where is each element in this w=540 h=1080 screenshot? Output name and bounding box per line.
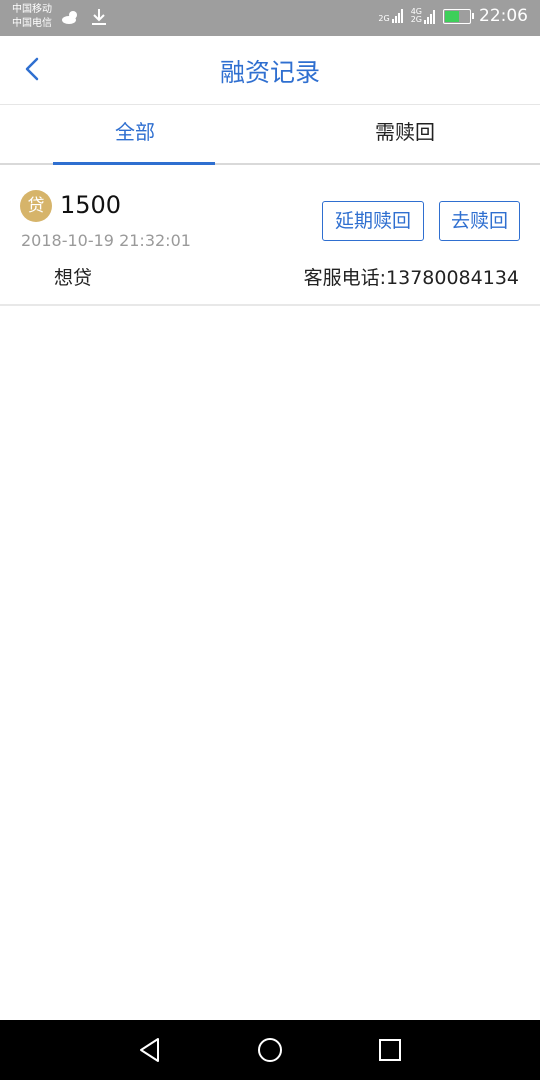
service-phone: 客服电话:13780084134 <box>303 267 519 289</box>
tab-need-redeem[interactable]: 需赎回 <box>270 105 540 163</box>
network-type-3: 2G <box>410 15 422 24</box>
signal-bars-icon <box>424 10 435 24</box>
header: 融资记录 <box>0 36 540 105</box>
battery-icon <box>443 8 474 24</box>
product-name: 想贷 <box>54 267 93 289</box>
tab-all[interactable]: 全部 <box>0 105 270 165</box>
delay-redeem-button[interactable]: 延期赎回 <box>322 201 424 241</box>
loan-icon: 贷 <box>20 190 52 222</box>
redeem-button[interactable]: 去赎回 <box>439 201 520 241</box>
weather-icon <box>62 11 77 24</box>
network-type-1: 2G <box>378 14 390 23</box>
signal-sim1: 2G <box>378 9 403 23</box>
carrier-2: 中国电信 <box>12 18 52 29</box>
loan-amount: 1500 <box>60 191 122 219</box>
carrier-labels: 中国移动 中国电信 <box>12 3 52 31</box>
download-icon <box>92 9 106 25</box>
signal-sim2: 4G 2G <box>411 8 435 24</box>
nav-home-icon[interactable] <box>256 1036 284 1064</box>
nav-back-icon[interactable] <box>136 1036 164 1064</box>
clock: 22:06 <box>479 6 528 26</box>
page-title: 融资记录 <box>219 58 320 87</box>
system-nav-bar <box>0 1020 540 1080</box>
list-item[interactable]: 贷 1500 2018-10-19 21:32:01 想贷 客服电话:13780… <box>0 165 540 306</box>
carrier-1: 中国移动 <box>12 4 52 15</box>
status-right: 2G 4G 2G 22:06 <box>378 6 528 26</box>
signal-bars-icon <box>391 9 403 23</box>
loan-date: 2018-10-19 21:32:01 <box>21 231 191 250</box>
notification-icons <box>62 8 108 26</box>
tab-bar: 全部 需赎回 <box>0 105 540 165</box>
nav-recents-icon[interactable] <box>376 1036 404 1064</box>
status-bar: 中国移动 中国电信 2G 4G 2G 22:06 <box>0 0 540 36</box>
